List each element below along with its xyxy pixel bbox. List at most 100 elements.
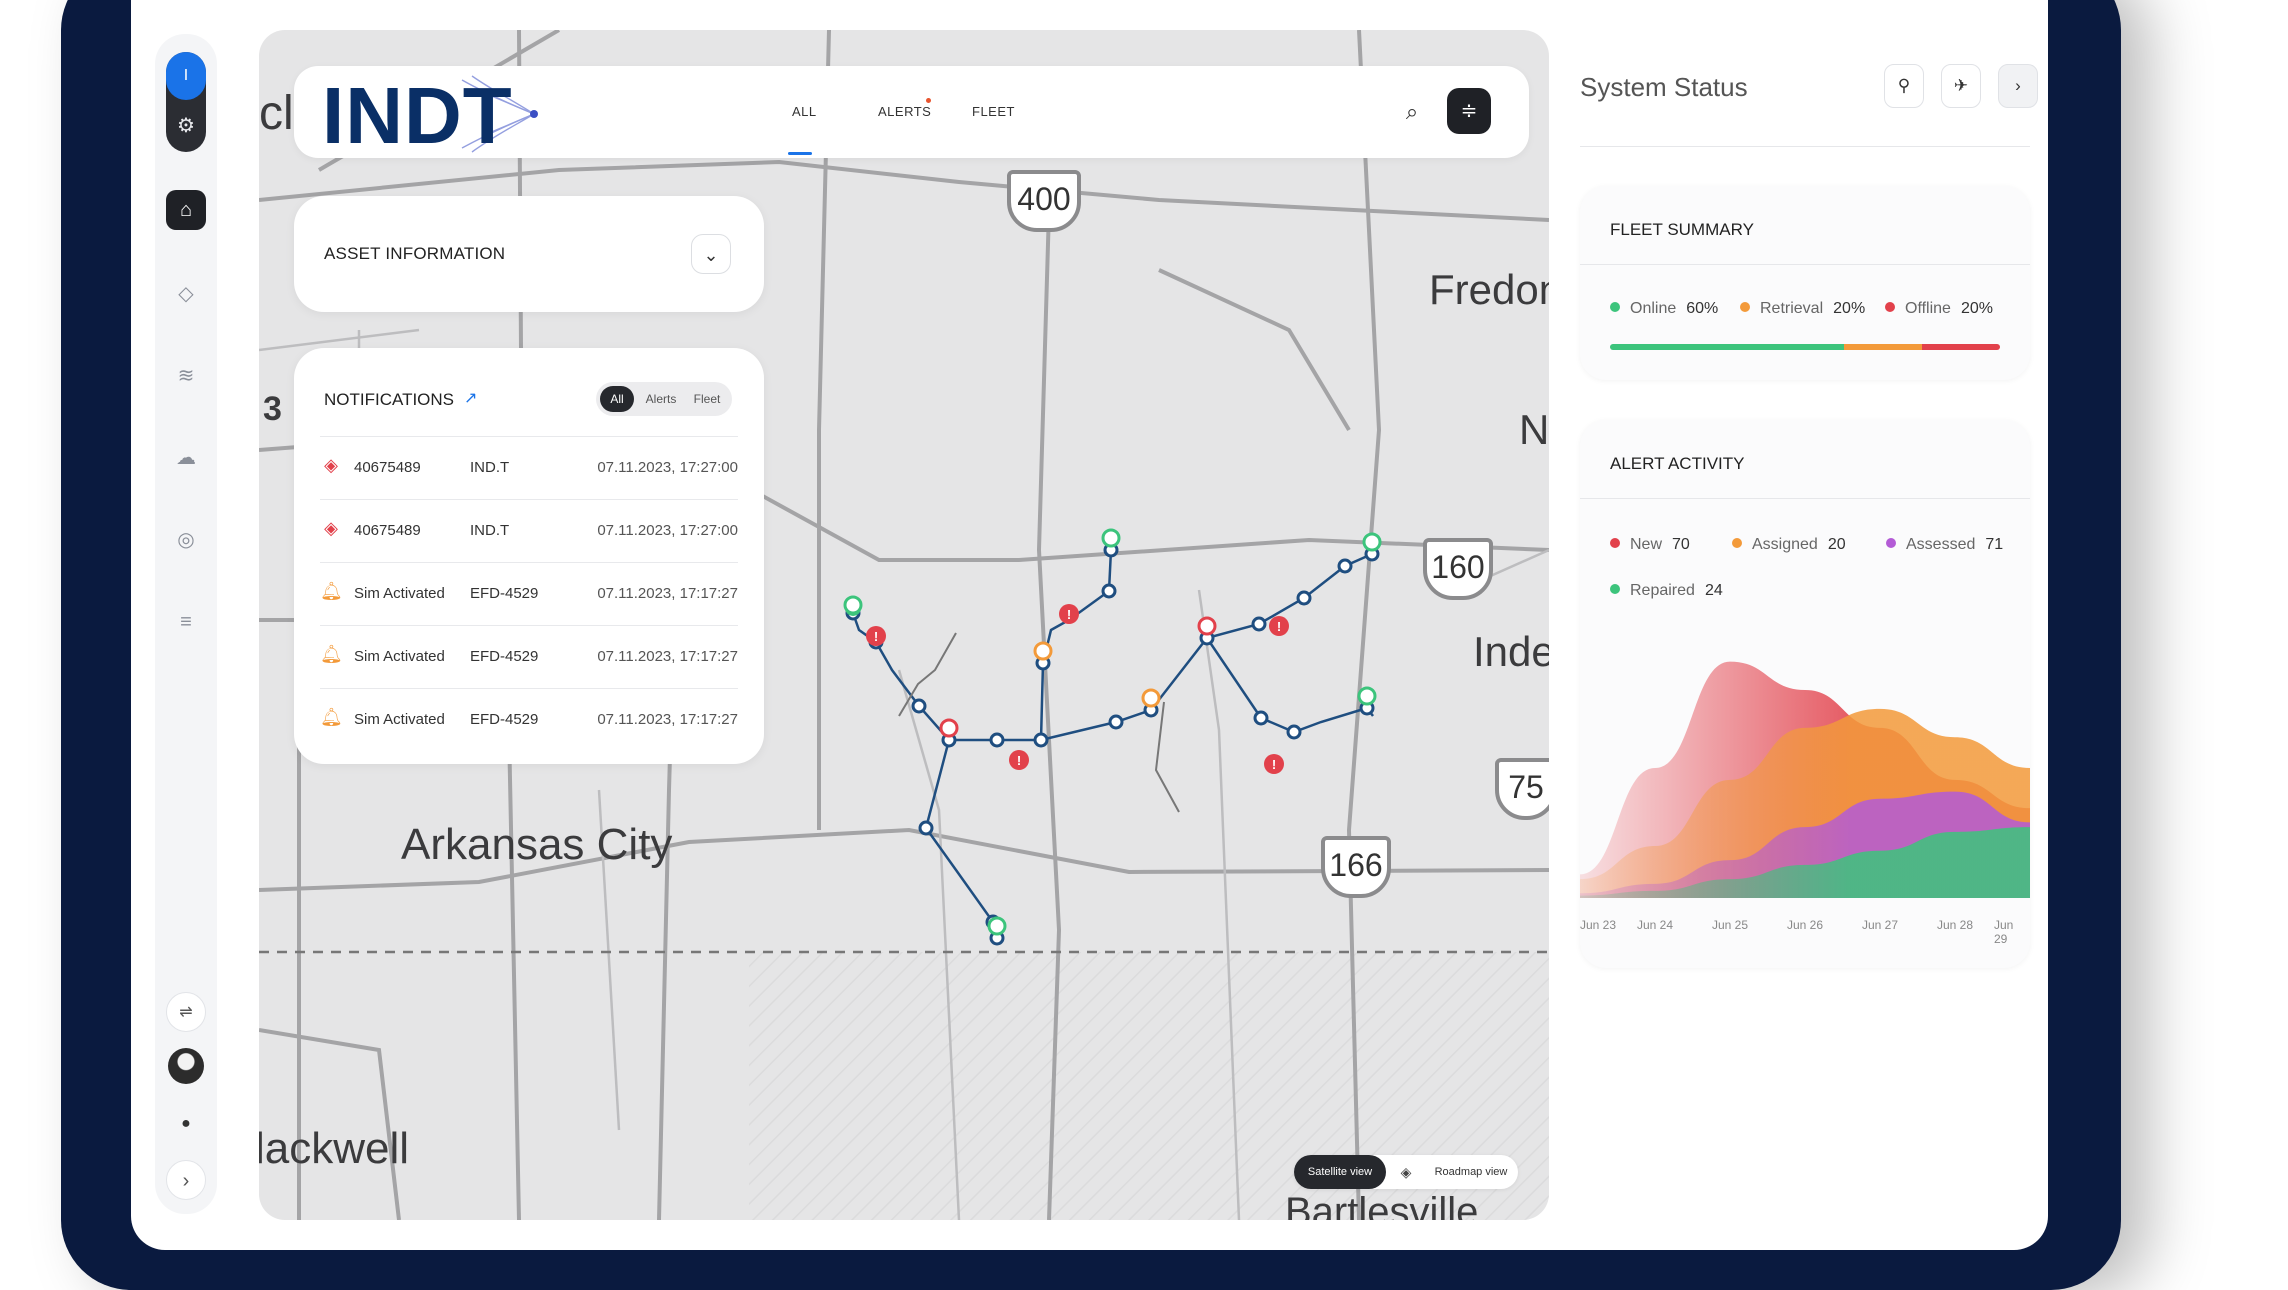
rocket-icon[interactable]: ✈ [1941,64,1981,108]
bell-icon: 🔔︎ [320,707,343,727]
notification-source: EFD-4529 [470,648,539,665]
filter-all[interactable]: All [600,386,634,412]
fleet-bar-online [1610,344,1844,350]
fleet-legend-offline: Offline 20% [1885,300,1993,318]
external-link-icon[interactable]: ↗ [464,388,477,408]
sidebar: I ⚙ ⌂ ◇ ≋ ☁ ◎ ≡ ⇌ ● › [155,34,217,1214]
cloud-icon[interactable]: ☁ [166,438,206,478]
diamond-icon[interactable]: ◇ [166,274,206,314]
alert-legend-repaired: Repaired 24 [1610,582,1723,600]
waves-icon[interactable]: ≋ [166,356,206,396]
highway-shield-166: 166 [1321,836,1391,898]
filter-fleet[interactable]: Fleet [686,386,728,412]
chevron-down-icon[interactable]: ⌄ [691,234,731,274]
x-tick-label: Jun 24 [1637,918,1674,932]
notification-source: EFD-4529 [470,585,539,602]
notification-name: Sim Activated [354,711,445,728]
satellite-view-button[interactable]: Satellite view [1294,1155,1386,1189]
fleet-summary-title: FLEET SUMMARY [1610,220,1754,239]
layers-icon[interactable]: ≡ [166,602,206,642]
app-screen: I ⚙ ⌂ ◇ ≋ ☁ ◎ ≡ ⇌ ● › ! ! ! ! ! cl Fredo… [131,0,2048,1250]
roadmap-view-button[interactable]: Roadmap view [1428,1155,1514,1189]
notification-row[interactable]: ◈ 40675489 IND.T 07.11.2023, 17:27:00 [320,436,738,500]
svg-text:!: ! [1277,619,1281,634]
notifications-title: NOTIFICATIONS [324,390,455,409]
map-label-blackwell: lackwell [259,1124,410,1173]
x-tick-label: Jun 28 [1937,918,1974,932]
legend-dot [1610,584,1620,594]
notification-row[interactable]: 🔔︎ Sim Activated EFD-4529 07.11.2023, 17… [320,562,738,626]
asset-information-card: ASSET INFORMATION ⌄ [294,196,764,312]
notifications-filter: All Alerts Fleet [596,382,732,416]
chevron-right-icon[interactable]: › [166,1160,206,1200]
sliders-icon[interactable]: ⇌ [166,992,206,1032]
user-pill: I ⚙ [166,52,206,152]
notification-source: IND.T [470,459,510,476]
notification-source: EFD-4529 [470,711,539,728]
map-label-left-3: 3 [263,390,282,428]
asset-information-title: ASSET INFORMATION [324,244,506,263]
top-bar: INDT ALL ALERTS FLEET ⌕ ≑ [294,66,1529,158]
highway-shield-75: 75 [1495,758,1549,820]
notification-name: Sim Activated [354,585,445,602]
notification-source: IND.T [470,522,510,539]
alert-diamond-icon: ◈ [324,455,338,475]
legend-dot [1740,302,1750,312]
tab-active-indicator [788,152,812,155]
tab-alerts[interactable]: ALERTS [878,98,931,119]
alert-legend-assessed: Assessed 71 [1886,536,2003,554]
svg-text:!: ! [874,629,878,644]
tab-all[interactable]: ALL [788,104,817,155]
layers-icon[interactable]: ◈ [1394,1155,1418,1189]
tab-fleet[interactable]: FLEET [972,104,1015,119]
x-tick-label: Jun 27 [1862,918,1899,932]
notification-name: Sim Activated [354,648,445,665]
alert-activity-title: ALERT ACTIVITY [1610,454,1745,473]
notification-time: 07.11.2023, 17:17:27 [597,711,738,728]
highway-shield-400: 400 [1007,170,1081,232]
card-divider [1580,498,2030,499]
notification-time: 07.11.2023, 17:27:00 [597,522,738,539]
user-avatar-button[interactable]: I [166,52,206,100]
notification-time: 07.11.2023, 17:17:27 [597,585,738,602]
home-icon[interactable]: ⌂ [166,190,206,230]
fleet-progress-bar [1610,344,2000,350]
svg-text:!: ! [1017,753,1021,768]
notification-row[interactable]: 🔔︎ Sim Activated EFD-4529 07.11.2023, 17… [320,625,738,689]
alert-activity-card: ALERT ACTIVITY New 70 Assigned 20 Assessed… [1580,420,2030,968]
notification-name: 40675489 [354,459,421,476]
notification-row[interactable]: ◈ 40675489 IND.T 07.11.2023, 17:27:00 [320,499,738,563]
svg-text:!: ! [1067,607,1071,622]
fleet-summary-card: FLEET SUMMARY Online 60% Retrieval 20% Off… [1580,186,2030,380]
svg-text:!: ! [1272,757,1276,772]
notification-name: 40675489 [354,522,421,539]
alert-diamond-icon: ◈ [324,518,338,538]
target-icon[interactable]: ◎ [166,520,206,560]
filter-alerts[interactable]: Alerts [638,386,684,412]
bell-icon: 🔔︎ [320,581,343,601]
logo: INDT [322,70,542,156]
legend-dot [1610,302,1620,312]
alert-legend-new: New 70 [1610,536,1690,554]
avatar[interactable] [168,1048,204,1084]
search-icon[interactable]: ⌕ [1394,94,1430,130]
highway-shield-160: 160 [1423,538,1493,600]
notification-row[interactable]: 🔔︎ Sim Activated EFD-4529 07.11.2023, 17… [320,688,738,752]
legend-dot [1732,538,1742,548]
chevron-right-icon[interactable]: › [1998,64,2038,108]
settings-icon[interactable]: ⚙ [166,106,206,146]
map-label-bartlesville: Bartlesville [1285,1190,1479,1220]
legend-dot [1885,302,1895,312]
pin-icon[interactable]: ⚲ [1884,64,1924,108]
legend-dot [1610,538,1620,548]
chat-icon[interactable]: ● [166,1104,206,1144]
map-label-fredonia: Fredon [1429,266,1549,313]
notification-time: 07.11.2023, 17:27:00 [597,459,738,476]
panel-divider [1580,146,2030,147]
legend-dot [1886,538,1896,548]
notification-time: 07.11.2023, 17:17:27 [597,648,738,665]
x-tick-label: Jun 23 [1580,918,1617,932]
filter-button[interactable]: ≑ [1447,88,1491,134]
x-tick-label: Jun 25 [1712,918,1749,932]
x-tick-label: Jun 29 [1994,918,2014,946]
